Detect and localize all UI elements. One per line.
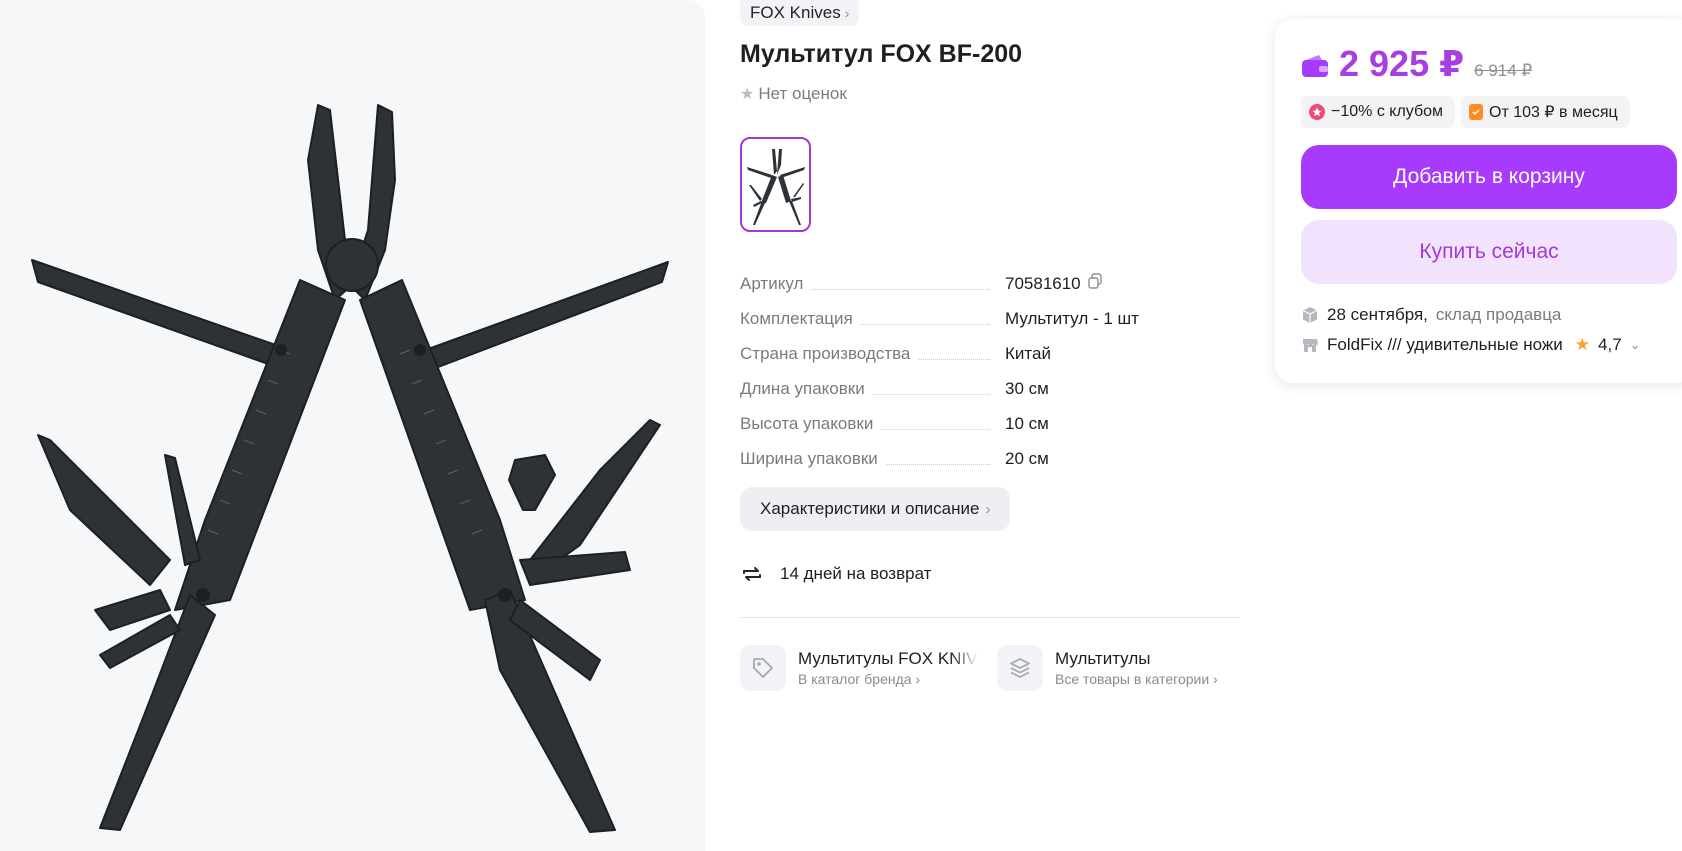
purchase-card: 2 925 ₽ 6 914 ₽ −10% с клубом От 103 ₽ в…	[1275, 19, 1682, 383]
delivery-info[interactable]: 28 сентября, склад продавца	[1301, 305, 1561, 325]
product-image	[31, 104, 669, 833]
divider	[740, 617, 1240, 618]
installment-badge-icon	[1469, 104, 1484, 120]
current-price: 2 925 ₽	[1339, 43, 1465, 84]
characteristics-label: Характеристики и описание	[760, 499, 980, 518]
brand-catalog-link[interactable]: Мультитулы FOX KNIVES В каталог бренда ›	[740, 643, 980, 693]
installment-badge-text: От 103 ₽ в месяц	[1489, 104, 1618, 121]
rating[interactable]: ★ Нет оценок	[740, 84, 847, 104]
spec-value: Мультитул - 1 шт	[1005, 308, 1139, 328]
brand-link[interactable]: FOX Knives ›	[740, 0, 860, 26]
spec-value: 20 см	[1005, 448, 1049, 468]
spec-row: Страна производства Китай	[740, 336, 1240, 371]
link-text: Мультитулы Все товары в категории ›	[1055, 649, 1218, 687]
star-icon: ★	[740, 86, 755, 103]
characteristics-button[interactable]: Характеристики и описание ›	[740, 487, 1011, 531]
price-line: 2 925 ₽ 6 914 ₽	[1301, 43, 1532, 85]
copy-icon[interactable]	[1087, 272, 1103, 289]
old-price: 6 914 ₽	[1474, 61, 1533, 80]
link-icon-box	[740, 645, 786, 691]
product-image-panel[interactable]	[0, 0, 705, 851]
category-link[interactable]: Мультитулы Все товары в категории ›	[997, 643, 1240, 693]
link-text: Мультитулы FOX KNIVES В каталог бренда ›	[798, 649, 978, 687]
chevron-right-icon: ›	[844, 5, 850, 21]
return-arrows-icon	[743, 567, 761, 581]
price-badges: −10% с клубом От 103 ₽ в месяц	[1301, 96, 1630, 128]
club-badge-icon	[1309, 104, 1325, 120]
club-badge-text: −10% с клубом	[1331, 103, 1444, 120]
brand-name: FOX Knives	[750, 3, 841, 22]
spec-label: Комплектация	[740, 308, 861, 329]
spec-value: 70581610	[1005, 272, 1103, 294]
chevron-right-icon: ›	[985, 500, 991, 518]
return-policy[interactable]: 14 дней на возврат	[740, 562, 931, 586]
spec-label: Артикул	[740, 273, 812, 294]
layers-icon	[1010, 658, 1030, 678]
club-badge[interactable]: −10% с клубом	[1301, 96, 1456, 128]
seller-name: FoldFix /// удивительные ножи	[1327, 335, 1563, 354]
return-policy-text: 14 дней на возврат	[780, 564, 932, 583]
catalog-links: Мультитулы FOX KNIVES В каталог бренда ›…	[740, 643, 1240, 693]
category-link-subtitle: Все товары в категории ›	[1055, 671, 1218, 687]
shop-icon	[1303, 339, 1318, 352]
link-icon-box	[997, 645, 1043, 691]
delivery-source: склад продавца	[1435, 305, 1562, 324]
spec-label: Страна производства	[740, 343, 919, 364]
delivery-date: 28 сентября,	[1327, 305, 1428, 324]
seller-rating: 4,7	[1598, 335, 1622, 354]
brand-link-subtitle: В каталог бренда ›	[798, 671, 921, 687]
wallet-icon	[1302, 55, 1328, 77]
buy-now-button[interactable]: Купить сейчас	[1301, 220, 1677, 284]
brand-link-title: Мультитулы FOX KNIVES	[798, 649, 978, 668]
product-thumbnail[interactable]	[740, 137, 811, 232]
spec-value: 30 см	[1005, 378, 1049, 398]
seller-info[interactable]: FoldFix /// удивительные ножи ★ 4,7 ⌄	[1301, 335, 1641, 355]
category-link-title: Мультитулы	[1055, 649, 1151, 668]
spec-row: Артикул 70581610	[740, 266, 1240, 301]
star-icon: ★	[1574, 335, 1591, 354]
spec-row: Высота упаковки 10 см	[740, 406, 1240, 441]
spec-label: Высота упаковки	[740, 413, 882, 434]
chevron-down-icon: ⌄	[1629, 337, 1641, 352]
tag-icon	[753, 658, 773, 678]
article-number: 70581610	[1005, 273, 1081, 293]
spec-row: Ширина упаковки 20 см	[740, 441, 1240, 476]
product-title: Мультитул FOX BF-200	[740, 40, 1023, 68]
spec-value: Китай	[1005, 343, 1051, 363]
spec-label: Длина упаковки	[740, 378, 873, 399]
spec-row: Длина упаковки 30 см	[740, 371, 1240, 406]
spec-label: Ширина упаковки	[740, 448, 886, 469]
installment-badge[interactable]: От 103 ₽ в месяц	[1461, 96, 1630, 128]
box-icon	[1302, 307, 1318, 323]
specs-list: Артикул 70581610 Комплектация Мультитул …	[740, 266, 1240, 476]
add-to-cart-button[interactable]: Добавить в корзину	[1301, 145, 1677, 209]
spec-row: Комплектация Мультитул - 1 шт	[740, 301, 1240, 336]
thumbnail-image	[747, 149, 805, 225]
spec-value: 10 см	[1005, 413, 1049, 433]
rating-text: Нет оценок	[758, 84, 847, 103]
